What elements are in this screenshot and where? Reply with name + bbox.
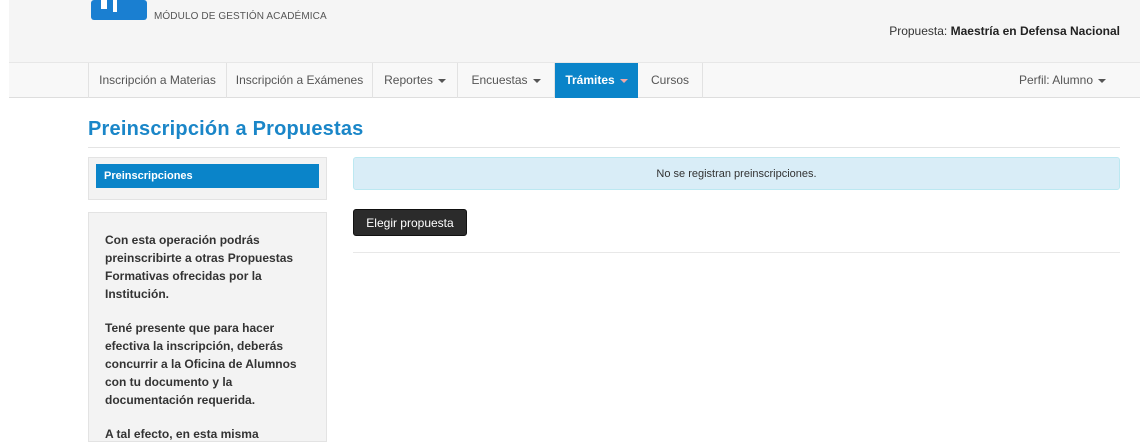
institution-logo-icon <box>91 0 147 20</box>
nav-label: Inscripción a Materias <box>99 73 216 87</box>
elegir-propuesta-button[interactable]: Elegir propuesta <box>353 209 467 236</box>
main-navbar: Inscripción a Materias Inscripción a Exá… <box>9 62 1140 98</box>
nav-encuestas[interactable]: Encuestas <box>458 63 555 98</box>
title-divider <box>88 147 1120 148</box>
nav-inscripcion-materias[interactable]: Inscripción a Materias <box>88 63 227 98</box>
info-paragraph: Tené presente que para hacer efectiva la… <box>105 321 297 407</box>
info-paragraph: Con esta operación podrás preinscribirte… <box>105 233 294 301</box>
nav-label: Cursos <box>650 73 689 87</box>
nav-label: Trámites <box>565 73 615 87</box>
nav-reportes[interactable]: Reportes <box>373 63 458 98</box>
chevron-down-icon <box>437 78 446 83</box>
perfil-label: Perfil: Alumno <box>1018 73 1093 87</box>
sidebar-item-preinscripciones[interactable]: Preinscripciones <box>96 164 319 188</box>
info-panel: Con esta operación podrás preinscribirte… <box>88 212 327 442</box>
chevron-down-icon <box>532 78 541 83</box>
chevron-down-icon <box>619 78 628 83</box>
info-paragraph: A tal efecto, en esta misma <box>105 427 259 441</box>
nav-label: Reportes <box>384 73 433 87</box>
content-divider <box>353 252 1120 253</box>
nav-cursos[interactable]: Cursos <box>638 63 703 98</box>
empty-state-alert: No se registran preinscripciones. <box>353 157 1120 190</box>
module-title: MÓDULO DE GESTIÓN ACADÉMICA <box>154 11 327 22</box>
chevron-down-icon <box>1098 78 1106 83</box>
app-header: MÓDULO DE GESTIÓN ACADÉMICA Propuesta: M… <box>9 0 1140 62</box>
perfil-dropdown[interactable]: Perfil: Alumno <box>1019 63 1106 98</box>
nav-tramites[interactable]: Trámites <box>555 63 638 98</box>
page-title: Preinscripción a Propuestas <box>88 118 364 140</box>
propuesta-indicator: Propuesta: Maestría en Defensa Nacional <box>889 24 1120 38</box>
propuesta-label: Propuesta: <box>889 24 948 38</box>
nav-label: Inscripción a Exámenes <box>235 73 364 87</box>
nav-inscripcion-examenes[interactable]: Inscripción a Exámenes <box>227 63 373 98</box>
nav-label: Encuestas <box>471 73 528 87</box>
propuesta-value: Maestría en Defensa Nacional <box>950 24 1120 38</box>
